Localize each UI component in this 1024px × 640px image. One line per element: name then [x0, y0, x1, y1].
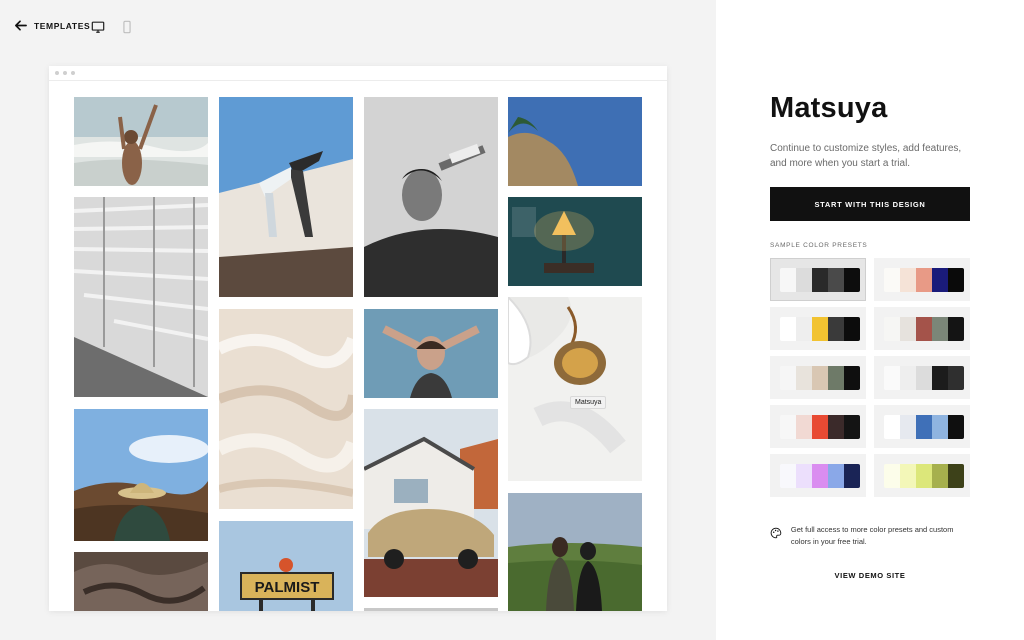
color-swatch	[916, 365, 932, 390]
color-swatch	[948, 365, 964, 390]
color-swatch	[900, 365, 916, 390]
color-swatch	[828, 316, 844, 341]
template-details-panel: Matsuya Continue to customize styles, ad…	[716, 0, 1024, 640]
color-swatch	[828, 365, 844, 390]
palette-icon	[770, 527, 782, 539]
color-swatch	[932, 267, 948, 292]
color-swatch	[796, 414, 812, 439]
back-to-templates-button[interactable]: TEMPLATES	[14, 19, 90, 32]
photo-cliff-sky[interactable]	[508, 97, 642, 186]
color-swatch	[828, 414, 844, 439]
photo-vintage-car[interactable]	[364, 409, 498, 597]
template-preview-window[interactable]: PALMIST	[49, 66, 667, 611]
photo-stadium-bleachers[interactable]	[74, 197, 208, 397]
color-preset-3[interactable]	[770, 307, 866, 350]
arrow-left-icon	[15, 20, 27, 31]
photo-palmist-sign[interactable]: PALMIST	[219, 521, 353, 611]
color-swatch	[948, 414, 964, 439]
browser-chrome	[49, 66, 667, 81]
color-swatch	[780, 365, 796, 390]
color-swatch	[828, 463, 844, 488]
color-preset-5[interactable]	[770, 356, 866, 399]
photo-lamp-interior[interactable]	[508, 197, 642, 286]
mobile-icon	[123, 20, 131, 34]
color-swatch	[900, 316, 916, 341]
color-swatch	[884, 316, 900, 341]
color-swatch	[780, 463, 796, 488]
color-swatch	[844, 414, 860, 439]
color-swatch	[844, 463, 860, 488]
template-name-tooltip: Matsuya	[570, 396, 607, 409]
desktop-view-button[interactable]	[90, 19, 106, 35]
photo-man-water-bottle[interactable]	[364, 97, 498, 297]
color-swatch	[884, 463, 900, 488]
color-swatch	[812, 414, 828, 439]
color-preset-2[interactable]	[874, 258, 970, 301]
color-swatch	[900, 267, 916, 292]
color-swatch	[932, 463, 948, 488]
color-swatch	[916, 463, 932, 488]
color-swatch	[812, 463, 828, 488]
color-swatch	[844, 316, 860, 341]
photo-partial-bottom[interactable]	[364, 608, 498, 611]
color-swatch	[916, 414, 932, 439]
color-swatch	[796, 463, 812, 488]
color-swatch	[796, 316, 812, 341]
color-swatch	[948, 316, 964, 341]
color-swatch	[916, 316, 932, 341]
color-swatch	[932, 316, 948, 341]
color-swatch	[780, 267, 796, 292]
mobile-view-button[interactable]	[119, 19, 135, 35]
color-swatch	[780, 414, 796, 439]
color-swatch	[932, 414, 948, 439]
color-swatch	[828, 267, 844, 292]
template-title: Matsuya	[770, 92, 888, 124]
color-preset-7[interactable]	[770, 405, 866, 448]
upgrade-note: Get full access to more color presets an…	[770, 524, 970, 547]
color-swatch	[796, 365, 812, 390]
palmist-sign-text: PALMIST	[255, 579, 320, 596]
color-swatch	[932, 365, 948, 390]
color-swatch	[900, 414, 916, 439]
color-swatch	[948, 463, 964, 488]
color-swatch	[780, 316, 796, 341]
color-swatch	[948, 267, 964, 292]
start-with-this-design-button[interactable]: START WITH THIS DESIGN	[770, 187, 970, 221]
color-swatch	[812, 365, 828, 390]
color-preset-10[interactable]	[874, 454, 970, 497]
color-swatch	[812, 316, 828, 341]
back-label: TEMPLATES	[34, 20, 91, 31]
color-preset-6[interactable]	[874, 356, 970, 399]
photo-desert-hat[interactable]	[74, 409, 208, 541]
color-preset-9[interactable]	[770, 454, 866, 497]
color-preset-1[interactable]	[770, 258, 866, 301]
color-swatch	[900, 463, 916, 488]
color-swatch	[844, 365, 860, 390]
color-swatch	[884, 365, 900, 390]
view-demo-site-link[interactable]: VIEW DEMO SITE	[770, 571, 970, 580]
photo-lava-rock[interactable]	[74, 552, 208, 611]
preview-toolbar: TEMPLATES	[0, 0, 716, 54]
photo-woman-sunlight[interactable]	[364, 309, 498, 398]
color-swatch	[844, 267, 860, 292]
photo-tea-pour[interactable]	[508, 297, 642, 481]
color-preset-4[interactable]	[874, 307, 970, 350]
photo-beach-jump[interactable]	[74, 97, 208, 186]
color-swatch	[884, 414, 900, 439]
color-swatch	[796, 267, 812, 292]
desktop-icon	[91, 21, 105, 33]
color-swatch	[916, 267, 932, 292]
color-swatch	[812, 267, 828, 292]
upgrade-note-text: Get full access to more color presets an…	[790, 525, 954, 546]
color-preset-8[interactable]	[874, 405, 970, 448]
template-description: Continue to customize styles, add featur…	[770, 143, 962, 169]
color-presets-label: SAMPLE COLOR PRESETS	[770, 242, 868, 249]
color-swatch	[884, 267, 900, 292]
photo-couple-field[interactable]	[508, 493, 642, 611]
photo-white-terraces[interactable]	[219, 309, 353, 509]
photo-wall-climb[interactable]	[219, 97, 353, 297]
